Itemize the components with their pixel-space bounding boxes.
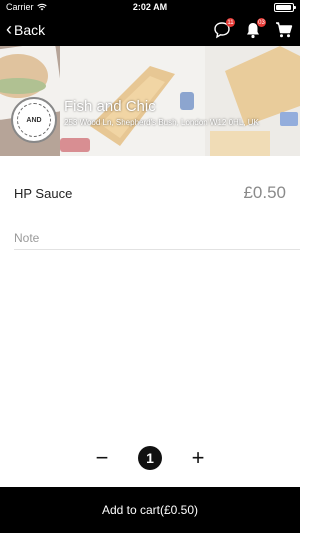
cart-button[interactable] <box>274 20 294 40</box>
battery-icon <box>274 2 296 12</box>
status-time: 2:02 AM <box>132 2 168 12</box>
decrement-button[interactable]: − <box>92 447 112 469</box>
notifications-button[interactable]: 03 <box>243 18 266 40</box>
nav-bar: ‹ Back 11 03 <box>0 14 300 46</box>
restaurant-name: Fish and Chic <box>64 98 156 115</box>
chevron-left-icon: ‹ <box>6 19 12 39</box>
quantity-stepper: − 1 + <box>0 446 300 470</box>
back-button[interactable]: ‹ Back <box>6 19 46 39</box>
add-to-cart-button[interactable]: Add to cart(£0.50) <box>0 487 300 533</box>
chat-badge: 11 <box>226 18 235 27</box>
increment-button[interactable]: + <box>188 447 208 469</box>
item-price: £0.50 <box>243 183 286 202</box>
status-bar: Carrier 2:02 AM <box>0 0 300 14</box>
back-label: Back <box>14 22 46 38</box>
notification-badge: 03 <box>257 18 266 27</box>
nav-icons: 11 03 <box>212 18 294 40</box>
chat-button[interactable]: 11 <box>212 18 235 40</box>
note-input[interactable] <box>14 226 300 250</box>
restaurant-address: 253 Wood Ln, Shepherd's Bush, London W12… <box>64 118 259 127</box>
add-to-cart-label: Add to cart(£0.50) <box>101 503 199 517</box>
cart-icon <box>276 22 293 38</box>
item-name: HP Sauce <box>14 185 73 201</box>
item-row: HP Sauce £0.50 <box>14 183 286 203</box>
logo-emblem: AND <box>17 103 51 137</box>
restaurant-banner: AND Fish and Chic 253 Wood Ln, Shepherd'… <box>0 46 300 156</box>
quantity-value: 1 <box>138 446 162 470</box>
restaurant-logo: AND <box>11 97 57 143</box>
